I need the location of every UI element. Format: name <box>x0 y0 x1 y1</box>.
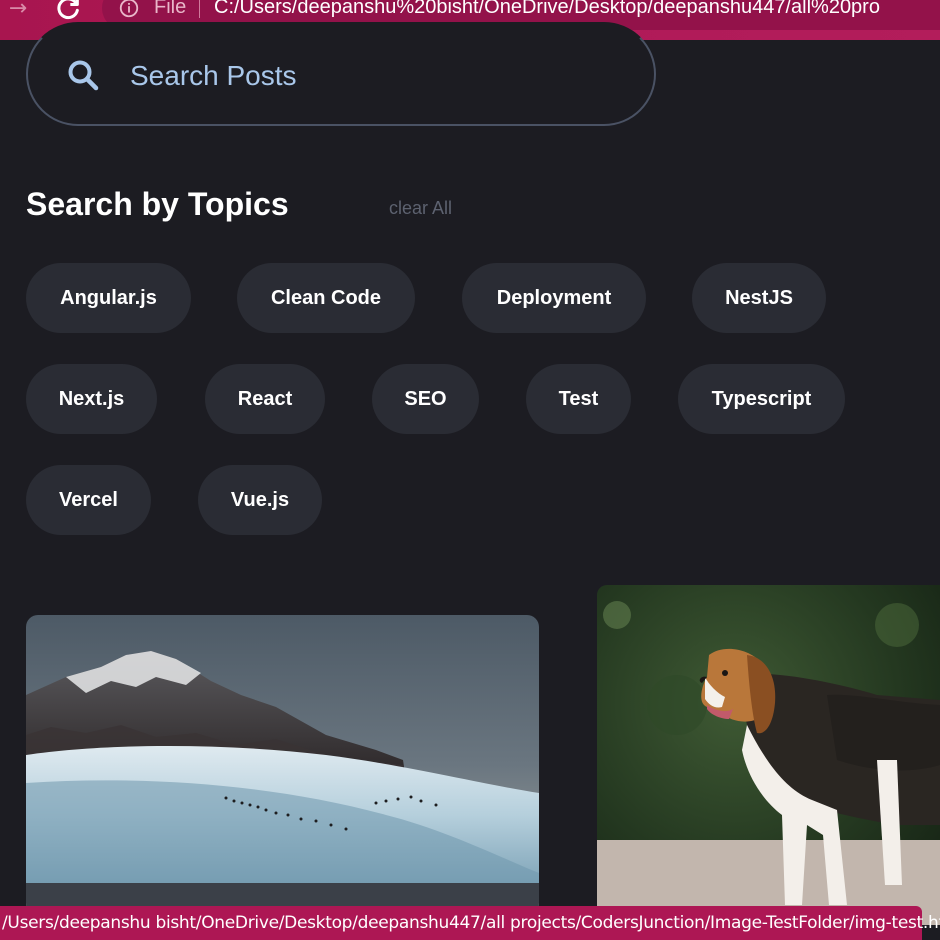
clear-all-button[interactable]: clear All <box>389 198 452 219</box>
topic-chip-nestjs[interactable]: NestJS <box>692 263 826 333</box>
topic-chip-react[interactable]: React <box>205 364 325 434</box>
topic-chip-deployment[interactable]: Deployment <box>462 263 646 333</box>
info-icon[interactable] <box>118 0 140 19</box>
forward-arrow-icon[interactable]: → <box>4 0 32 22</box>
topic-chip-typescript[interactable]: Typescript <box>678 364 845 434</box>
topic-chip-test[interactable]: Test <box>526 364 631 434</box>
topic-chip-seo[interactable]: SEO <box>372 364 479 434</box>
iceberg-image <box>26 615 539 915</box>
reload-icon[interactable] <box>54 0 82 22</box>
url-text[interactable]: C:/Users/deepanshu%20bisht/OneDrive/Desk… <box>214 0 880 19</box>
topic-chip-vercel[interactable]: Vercel <box>26 465 151 535</box>
beagle-image <box>597 585 940 925</box>
topic-chip-angular[interactable]: Angular.js <box>26 263 191 333</box>
status-url-text: /Users/deepanshu bisht/OneDrive/Desktop/… <box>2 913 940 933</box>
topic-chip-clean-code[interactable]: Clean Code <box>237 263 415 333</box>
post-card-image-beagle[interactable] <box>597 585 940 925</box>
link-status-bar: /Users/deepanshu bisht/OneDrive/Desktop/… <box>0 906 940 940</box>
post-card-image-iceberg[interactable] <box>26 615 539 915</box>
topics-heading: Search by Topics <box>26 186 289 222</box>
file-label: File <box>154 0 187 18</box>
search-icon <box>68 60 99 91</box>
topic-chip-nextjs[interactable]: Next.js <box>26 364 157 434</box>
address-divider <box>199 0 200 18</box>
topic-chip-vuejs[interactable]: Vue.js <box>198 465 322 535</box>
search-input[interactable] <box>130 56 610 96</box>
